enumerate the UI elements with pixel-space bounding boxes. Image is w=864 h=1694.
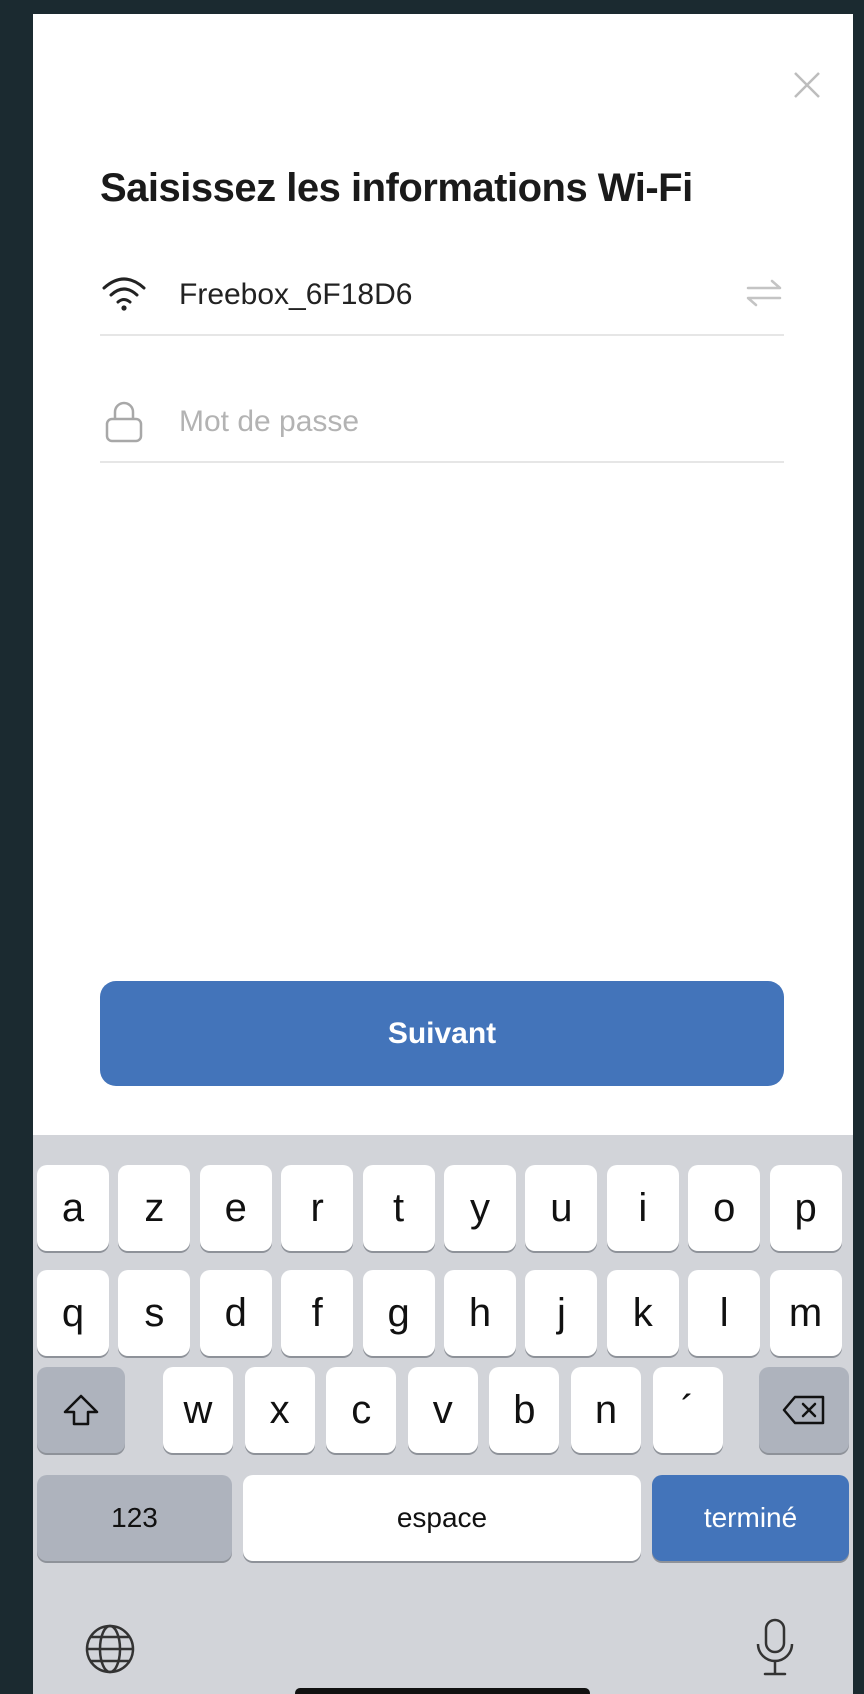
globe-icon[interactable] bbox=[83, 1622, 137, 1676]
key-x[interactable]: x bbox=[244, 1367, 315, 1453]
key-w[interactable]: w bbox=[163, 1367, 233, 1453]
key-g[interactable]: g bbox=[362, 1270, 435, 1356]
on-screen-keyboard: azertyuiop qsdfghjklm w x c v b n ´ 123 espace… bbox=[33, 1135, 853, 1694]
home-indicator bbox=[295, 1688, 590, 1694]
key-d[interactable]: d bbox=[199, 1270, 272, 1356]
key-e[interactable]: e bbox=[199, 1165, 272, 1251]
close-button[interactable] bbox=[782, 60, 832, 110]
wifi-network-row[interactable]: Freebox_6F18D6 bbox=[100, 254, 784, 336]
key-t[interactable]: t bbox=[362, 1165, 435, 1251]
microphone-icon[interactable] bbox=[751, 1617, 799, 1679]
close-icon bbox=[794, 72, 820, 98]
password-field[interactable]: Mot de passe bbox=[100, 381, 784, 463]
key-u[interactable]: u bbox=[525, 1165, 598, 1251]
key-h[interactable]: h bbox=[444, 1270, 516, 1356]
wifi-setup-screen: Saisissez les informations Wi-Fi Freebox… bbox=[33, 14, 853, 1694]
numbers-key[interactable]: 123 bbox=[37, 1475, 232, 1561]
key-m[interactable]: m bbox=[769, 1270, 842, 1356]
password-placeholder: Mot de passe bbox=[179, 405, 360, 438]
key-acute-accent[interactable]: ´ bbox=[652, 1367, 723, 1453]
backspace-icon bbox=[782, 1395, 825, 1425]
key-j[interactable]: j bbox=[525, 1270, 598, 1356]
wifi-icon bbox=[102, 277, 146, 311]
key-b[interactable]: b bbox=[489, 1367, 560, 1453]
backspace-key[interactable] bbox=[759, 1367, 849, 1453]
lock-icon bbox=[105, 401, 143, 443]
page-title: Saisissez les informations Wi-Fi bbox=[100, 166, 693, 210]
wifi-network-name: Freebox_6F18D6 bbox=[179, 278, 413, 311]
key-y[interactable]: y bbox=[444, 1165, 516, 1251]
space-key[interactable]: espace bbox=[243, 1475, 641, 1561]
key-q[interactable]: q bbox=[37, 1270, 109, 1356]
next-button[interactable]: Suivant bbox=[100, 981, 784, 1086]
shift-key[interactable] bbox=[37, 1367, 125, 1453]
key-k[interactable]: k bbox=[606, 1270, 679, 1356]
key-i[interactable]: i bbox=[606, 1165, 679, 1251]
key-a[interactable]: a bbox=[37, 1165, 109, 1251]
key-r[interactable]: r bbox=[281, 1165, 354, 1251]
key-f[interactable]: f bbox=[281, 1270, 354, 1356]
swap-icon[interactable] bbox=[744, 278, 784, 308]
key-n[interactable]: n bbox=[571, 1367, 641, 1453]
key-z[interactable]: z bbox=[118, 1165, 191, 1251]
key-p[interactable]: p bbox=[769, 1165, 842, 1251]
key-v[interactable]: v bbox=[407, 1367, 478, 1453]
key-s[interactable]: s bbox=[118, 1270, 191, 1356]
key-l[interactable]: l bbox=[688, 1270, 761, 1356]
key-c[interactable]: c bbox=[326, 1367, 397, 1453]
key-o[interactable]: o bbox=[688, 1165, 761, 1251]
shift-icon bbox=[63, 1394, 99, 1426]
done-key[interactable]: terminé bbox=[652, 1475, 849, 1561]
